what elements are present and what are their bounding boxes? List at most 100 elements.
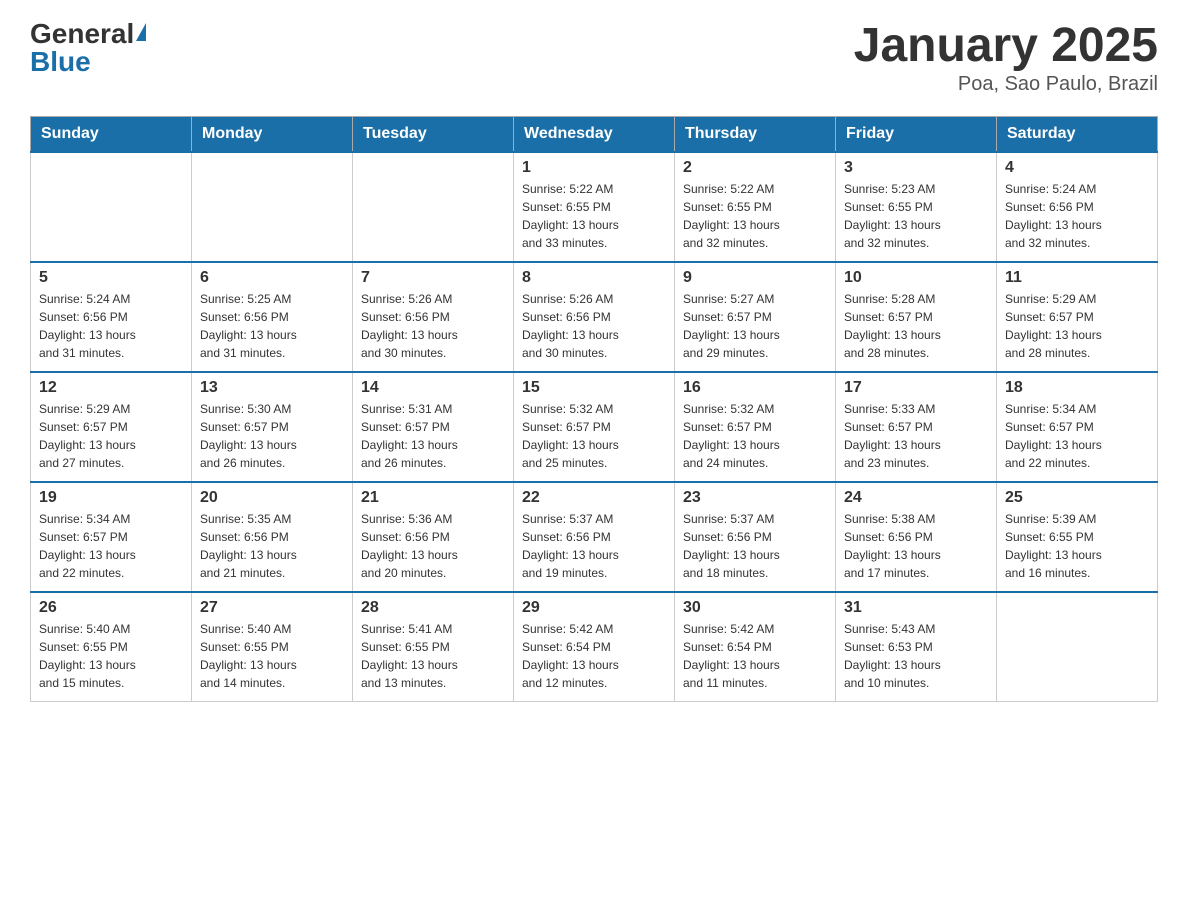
day-info: Sunrise: 5:42 AM Sunset: 6:54 PM Dayligh… [522,620,666,692]
calendar-week-row: 19 Sunrise: 5:34 AM Sunset: 6:57 PM Dayli… [31,482,1158,592]
day-info: Sunrise: 5:29 AM Sunset: 6:57 PM Dayligh… [39,400,183,472]
calendar-day-cell [31,152,192,262]
calendar-day-cell: 2Sunrise: 5:22 AM Sunset: 6:55 PM Daylig… [675,152,836,262]
calendar-header-sunday: Sunday [31,116,192,152]
day-number: 4 [1005,159,1149,177]
day-number: 30 [683,599,827,617]
day-info: Sunrise: 5:35 AM Sunset: 6:56 PM Dayligh… [200,510,344,582]
calendar-day-cell [997,592,1158,702]
calendar-day-cell: 24 Sunrise: 5:38 AM Sunset: 6:56 PM Dayli… [836,482,997,592]
calendar-day-cell: 4 Sunrise: 5:24 AM Sunset: 6:56 PM Daylig… [997,152,1158,262]
calendar-day-cell: 9Sunrise: 5:27 AM Sunset: 6:57 PM Daylig… [675,262,836,372]
day-number: 25 [1005,489,1149,507]
calendar-day-cell: 16 Sunrise: 5:32 AM Sunset: 6:57 PM Dayli… [675,372,836,482]
day-info: Sunrise: 5:23 AM Sunset: 6:55 PM Dayligh… [844,180,988,252]
calendar-day-cell: 8 Sunrise: 5:26 AM Sunset: 6:56 PM Daylig… [514,262,675,372]
day-number: 16 [683,379,827,397]
day-number: 8 [522,269,666,287]
day-number: 13 [200,379,344,397]
day-info: Sunrise: 5:24 AM Sunset: 6:56 PM Dayligh… [39,290,183,362]
calendar-week-row: 26 Sunrise: 5:40 AM Sunset: 6:55 PM Dayli… [31,592,1158,702]
day-info: Sunrise: 5:43 AM Sunset: 6:53 PM Dayligh… [844,620,988,692]
day-info: Sunrise: 5:31 AM Sunset: 6:57 PM Dayligh… [361,400,505,472]
day-number: 5 [39,269,183,287]
day-info: Sunrise: 5:40 AM Sunset: 6:55 PM Dayligh… [39,620,183,692]
calendar-day-cell: 19 Sunrise: 5:34 AM Sunset: 6:57 PM Dayli… [31,482,192,592]
day-number: 2 [683,159,827,177]
day-number: 14 [361,379,505,397]
calendar-day-cell: 31Sunrise: 5:43 AM Sunset: 6:53 PM Dayli… [836,592,997,702]
calendar-day-cell: 11Sunrise: 5:29 AM Sunset: 6:57 PM Dayli… [997,262,1158,372]
calendar-week-row: 1Sunrise: 5:22 AM Sunset: 6:55 PM Daylig… [31,152,1158,262]
day-info: Sunrise: 5:34 AM Sunset: 6:57 PM Dayligh… [39,510,183,582]
day-info: Sunrise: 5:32 AM Sunset: 6:57 PM Dayligh… [522,400,666,472]
calendar-week-row: 12Sunrise: 5:29 AM Sunset: 6:57 PM Dayli… [31,372,1158,482]
calendar-day-cell: 28 Sunrise: 5:41 AM Sunset: 6:55 PM Dayli… [353,592,514,702]
day-number: 27 [200,599,344,617]
calendar-day-cell: 26 Sunrise: 5:40 AM Sunset: 6:55 PM Dayli… [31,592,192,702]
day-info: Sunrise: 5:30 AM Sunset: 6:57 PM Dayligh… [200,400,344,472]
day-number: 28 [361,599,505,617]
calendar-day-cell: 15 Sunrise: 5:32 AM Sunset: 6:57 PM Dayli… [514,372,675,482]
day-info: Sunrise: 5:33 AM Sunset: 6:57 PM Dayligh… [844,400,988,472]
day-number: 6 [200,269,344,287]
calendar-day-cell [192,152,353,262]
day-number: 7 [361,269,505,287]
calendar-day-cell: 7 Sunrise: 5:26 AM Sunset: 6:56 PM Daylig… [353,262,514,372]
logo-general-text: General [30,20,146,48]
day-info: Sunrise: 5:37 AM Sunset: 6:56 PM Dayligh… [522,510,666,582]
day-number: 22 [522,489,666,507]
calendar-title: January 2025 [854,20,1158,73]
day-number: 11 [1005,269,1149,287]
page-header: General Blue January 2025 Poa, Sao Paulo… [30,20,1158,96]
calendar-day-cell: 20 Sunrise: 5:35 AM Sunset: 6:56 PM Dayli… [192,482,353,592]
calendar-day-cell: 27Sunrise: 5:40 AM Sunset: 6:55 PM Dayli… [192,592,353,702]
calendar-table: SundayMondayTuesdayWednesdayThursdayFrid… [30,116,1158,703]
day-number: 20 [200,489,344,507]
calendar-header-wednesday: Wednesday [514,116,675,152]
calendar-day-cell: 13 Sunrise: 5:30 AM Sunset: 6:57 PM Dayli… [192,372,353,482]
day-number: 9 [683,269,827,287]
day-info: Sunrise: 5:28 AM Sunset: 6:57 PM Dayligh… [844,290,988,362]
day-number: 26 [39,599,183,617]
day-info: Sunrise: 5:25 AM Sunset: 6:56 PM Dayligh… [200,290,344,362]
calendar-header-tuesday: Tuesday [353,116,514,152]
calendar-subtitle: Poa, Sao Paulo, Brazil [854,73,1158,96]
calendar-day-cell: 18Sunrise: 5:34 AM Sunset: 6:57 PM Dayli… [997,372,1158,482]
calendar-week-row: 5 Sunrise: 5:24 AM Sunset: 6:56 PM Daylig… [31,262,1158,372]
day-info: Sunrise: 5:26 AM Sunset: 6:56 PM Dayligh… [361,290,505,362]
day-info: Sunrise: 5:24 AM Sunset: 6:56 PM Dayligh… [1005,180,1149,252]
calendar-day-cell: 23Sunrise: 5:37 AM Sunset: 6:56 PM Dayli… [675,482,836,592]
day-number: 10 [844,269,988,287]
logo: General Blue [30,20,146,76]
calendar-day-cell: 29 Sunrise: 5:42 AM Sunset: 6:54 PM Dayli… [514,592,675,702]
calendar-day-cell: 1Sunrise: 5:22 AM Sunset: 6:55 PM Daylig… [514,152,675,262]
day-info: Sunrise: 5:32 AM Sunset: 6:57 PM Dayligh… [683,400,827,472]
calendar-day-cell: 10 Sunrise: 5:28 AM Sunset: 6:57 PM Dayli… [836,262,997,372]
calendar-day-cell: 21Sunrise: 5:36 AM Sunset: 6:56 PM Dayli… [353,482,514,592]
calendar-header-thursday: Thursday [675,116,836,152]
day-number: 24 [844,489,988,507]
day-info: Sunrise: 5:41 AM Sunset: 6:55 PM Dayligh… [361,620,505,692]
day-number: 3 [844,159,988,177]
day-number: 18 [1005,379,1149,397]
calendar-day-cell: 5 Sunrise: 5:24 AM Sunset: 6:56 PM Daylig… [31,262,192,372]
calendar-day-cell: 12Sunrise: 5:29 AM Sunset: 6:57 PM Dayli… [31,372,192,482]
calendar-day-cell [353,152,514,262]
day-number: 29 [522,599,666,617]
day-info: Sunrise: 5:38 AM Sunset: 6:56 PM Dayligh… [844,510,988,582]
day-number: 15 [522,379,666,397]
day-info: Sunrise: 5:22 AM Sunset: 6:55 PM Dayligh… [522,180,666,252]
calendar-day-cell: 3 Sunrise: 5:23 AM Sunset: 6:55 PM Daylig… [836,152,997,262]
calendar-day-cell: 17 Sunrise: 5:33 AM Sunset: 6:57 PM Dayli… [836,372,997,482]
day-info: Sunrise: 5:26 AM Sunset: 6:56 PM Dayligh… [522,290,666,362]
calendar-day-cell: 14 Sunrise: 5:31 AM Sunset: 6:57 PM Dayli… [353,372,514,482]
calendar-header-monday: Monday [192,116,353,152]
calendar-day-cell: 30Sunrise: 5:42 AM Sunset: 6:54 PM Dayli… [675,592,836,702]
title-block: January 2025 Poa, Sao Paulo, Brazil [854,20,1158,96]
calendar-day-cell: 25 Sunrise: 5:39 AM Sunset: 6:55 PM Dayli… [997,482,1158,592]
day-info: Sunrise: 5:39 AM Sunset: 6:55 PM Dayligh… [1005,510,1149,582]
day-number: 19 [39,489,183,507]
day-number: 17 [844,379,988,397]
day-info: Sunrise: 5:37 AM Sunset: 6:56 PM Dayligh… [683,510,827,582]
